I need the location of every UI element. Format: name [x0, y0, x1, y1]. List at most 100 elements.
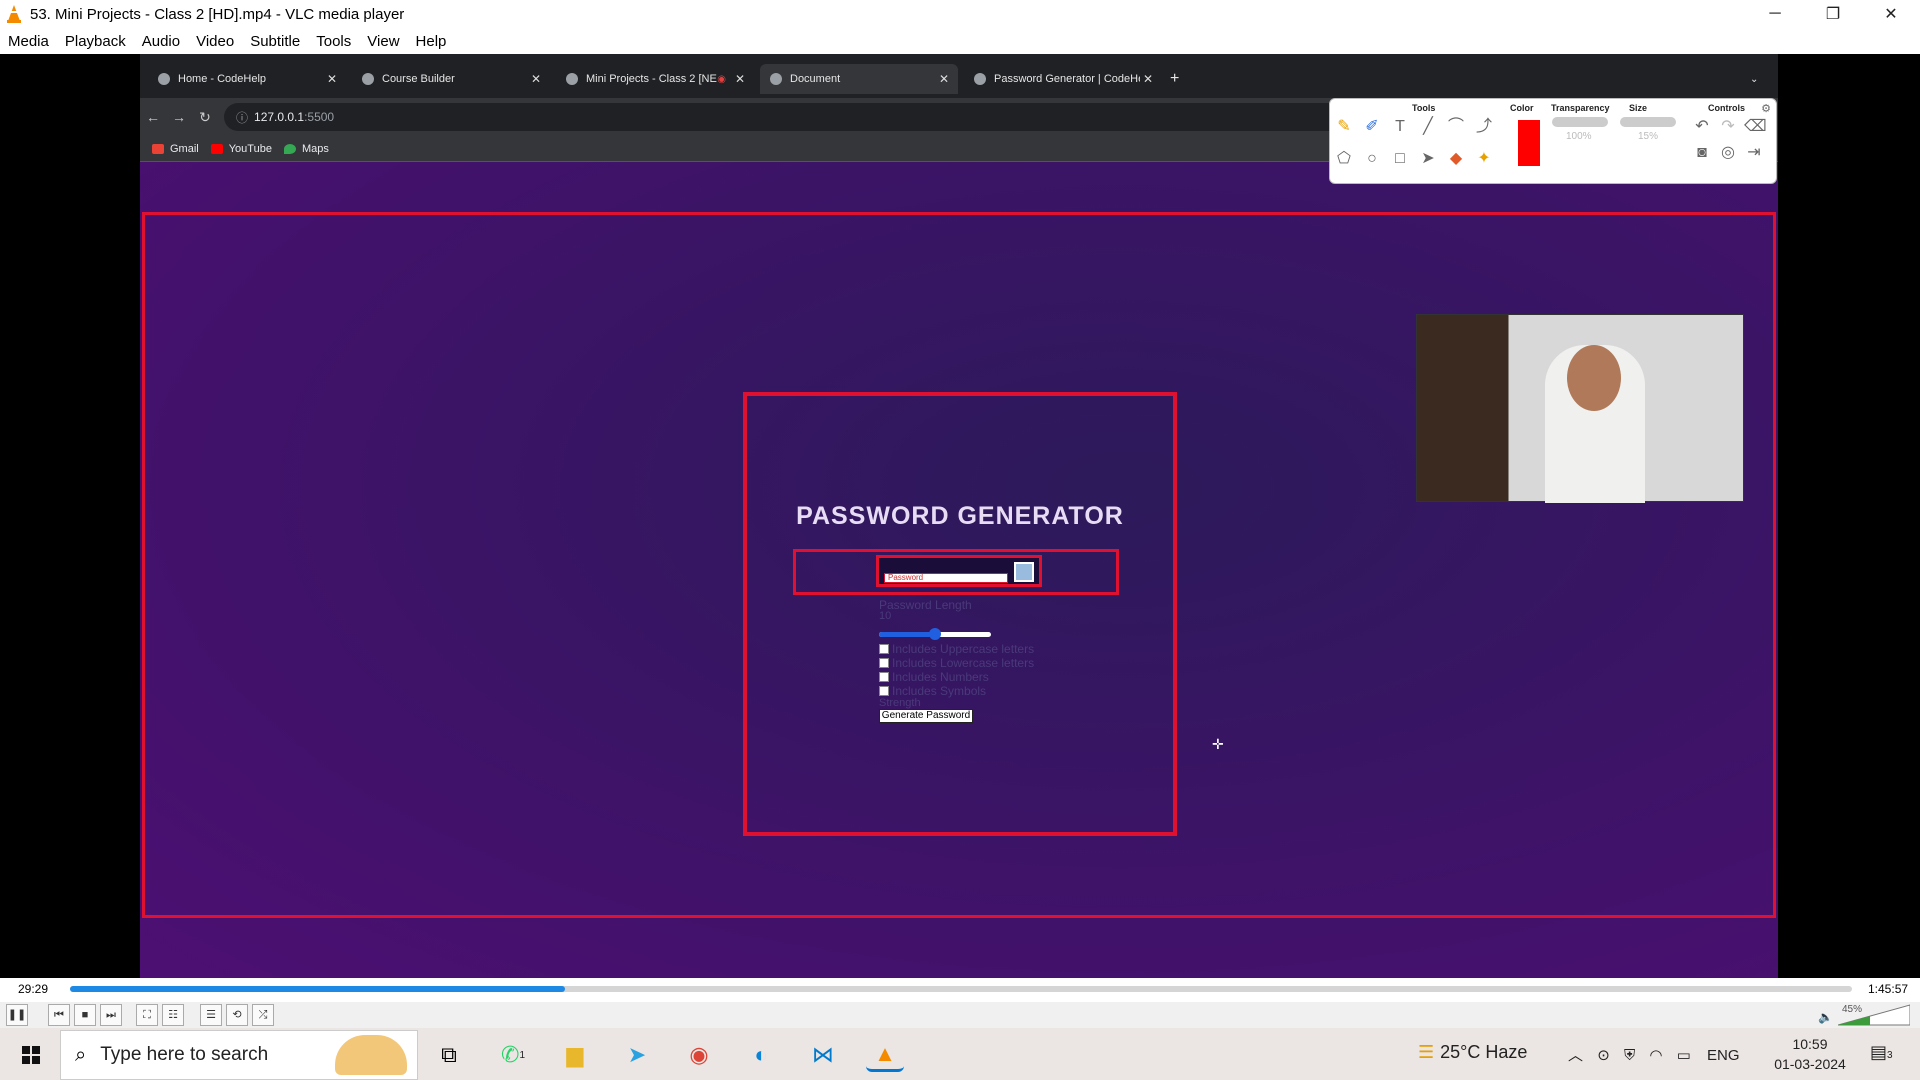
circle-tool-icon[interactable]: ○: [1362, 149, 1382, 169]
show-hidden-icon[interactable]: ︿: [1568, 1047, 1583, 1064]
weather-widget[interactable]: ☰ 25°C Haze: [1418, 1042, 1527, 1063]
tab-close-icon[interactable]: ✕: [528, 72, 544, 86]
copy-button[interactable]: [1014, 562, 1034, 582]
windows-start-icon[interactable]: [14, 1040, 48, 1070]
speaker-icon[interactable]: 🔈: [1818, 1010, 1833, 1024]
browser-tab-password-generator[interactable]: Password Generator | CodeHel ✕: [964, 64, 1162, 94]
length-slider-handle[interactable]: [929, 628, 941, 640]
wifi-icon[interactable]: ◠: [1649, 1047, 1662, 1064]
rectangle-tool-icon[interactable]: □: [1390, 149, 1410, 169]
clear-icon[interactable]: ⌫: [1744, 117, 1767, 137]
browser-tab-course-builder[interactable]: Course Builder ✕: [352, 64, 550, 94]
checkbox-box[interactable]: [879, 686, 889, 696]
url-port: :5500: [304, 110, 335, 124]
bookmark-youtube[interactable]: YouTube: [210, 143, 272, 155]
symbols-checkbox[interactable]: Includes Symbols: [879, 684, 986, 698]
menu-playback[interactable]: Playback: [57, 33, 134, 50]
generate-password-button[interactable]: Generate Password: [879, 709, 973, 723]
menu-media[interactable]: Media: [0, 33, 57, 50]
undo-icon[interactable]: ↶: [1692, 117, 1712, 137]
file-explorer-icon[interactable]: ▆: [556, 1038, 594, 1072]
loop-button[interactable]: ⟲: [226, 1004, 248, 1026]
new-tab-button[interactable]: +: [1170, 64, 1194, 94]
task-view-icon[interactable]: ⧉: [430, 1038, 468, 1072]
color-swatch[interactable]: [1518, 120, 1540, 166]
battery-icon[interactable]: ▭: [1677, 1047, 1691, 1064]
telegram-icon[interactable]: ➤: [618, 1038, 656, 1072]
menu-view[interactable]: View: [359, 33, 407, 50]
network-drive-icon[interactable]: ⊙: [1597, 1047, 1610, 1064]
window-title: 53. Mini Projects - Class 2 [HD].mp4 - V…: [30, 5, 405, 23]
shuffle-button[interactable]: ⤮: [252, 1004, 274, 1026]
chrome-icon[interactable]: ◉: [680, 1038, 718, 1072]
tab-close-icon[interactable]: ✕: [936, 72, 952, 86]
pencil-icon[interactable]: ✎: [1334, 117, 1354, 137]
password-input[interactable]: Password: [884, 573, 1008, 583]
eraser-icon[interactable]: ◆: [1446, 149, 1466, 169]
transparency-group-label: Transparency: [1551, 103, 1610, 113]
text-tool-icon[interactable]: T: [1390, 117, 1410, 137]
menu-audio[interactable]: Audio: [134, 33, 188, 50]
back-icon[interactable]: ←: [140, 109, 166, 125]
uppercase-checkbox[interactable]: Includes Uppercase letters: [879, 642, 1034, 656]
previous-button[interactable]: ⏮: [48, 1004, 70, 1026]
language-indicator[interactable]: ENG: [1707, 1047, 1740, 1064]
settings-gear-icon[interactable]: ⚙: [1756, 99, 1776, 119]
checkbox-box[interactable]: [879, 644, 889, 654]
transparency-slider[interactable]: [1552, 117, 1608, 127]
hide-icon[interactable]: ◎: [1718, 143, 1738, 163]
vlc-title-bar: 53. Mini Projects - Class 2 [HD].mp4 - V…: [0, 0, 1920, 28]
exit-icon[interactable]: ⇥: [1744, 143, 1764, 163]
polygon-tool-icon[interactable]: ⬠: [1334, 149, 1354, 169]
lowercase-checkbox[interactable]: Includes Lowercase letters: [879, 656, 1034, 670]
menu-tools[interactable]: Tools: [308, 33, 359, 50]
next-button[interactable]: ⏭: [100, 1004, 122, 1026]
screenshot-icon[interactable]: ◙: [1692, 143, 1712, 163]
notification-center-icon[interactable]: ▤3: [1870, 1042, 1893, 1063]
line-tool-icon[interactable]: ╱: [1418, 117, 1438, 137]
numbers-checkbox[interactable]: Includes Numbers: [879, 670, 989, 684]
vscode-icon[interactable]: ⋈: [804, 1038, 842, 1072]
crosshair-cursor-icon: ✛: [1212, 736, 1224, 752]
minimize-button[interactable]: ─: [1746, 0, 1804, 28]
menu-subtitle[interactable]: Subtitle: [242, 33, 308, 50]
arrow-line-icon[interactable]: ⤴: [1474, 117, 1494, 137]
redo-icon[interactable]: ↷: [1718, 117, 1738, 137]
size-slider[interactable]: [1620, 117, 1676, 127]
tab-close-icon[interactable]: ✕: [324, 72, 340, 86]
browser-tab-document[interactable]: Document ✕: [760, 64, 958, 94]
edge-icon[interactable]: ◐: [742, 1038, 780, 1072]
tab-close-icon[interactable]: ✕: [1140, 72, 1156, 86]
tab-search-icon[interactable]: ⌄: [1750, 64, 1770, 94]
vlc-taskbar-icon[interactable]: ▲: [866, 1038, 904, 1072]
highlighter-icon[interactable]: ✦: [1474, 149, 1494, 169]
bookmark-gmail[interactable]: Gmail: [152, 143, 199, 155]
browser-tab-home[interactable]: Home - CodeHelp ✕: [148, 64, 346, 94]
curve-tool-icon[interactable]: ⌒: [1446, 117, 1466, 137]
menu-video[interactable]: Video: [188, 33, 242, 50]
tab-close-icon[interactable]: ✕: [732, 72, 748, 86]
close-button[interactable]: ✕: [1862, 0, 1920, 28]
checkbox-box[interactable]: [879, 658, 889, 668]
taskbar-search[interactable]: ⌕ Type here to search: [60, 1030, 418, 1080]
menu-help[interactable]: Help: [408, 33, 455, 50]
playlist-button[interactable]: ☰: [200, 1004, 222, 1026]
extended-settings-button[interactable]: ☷: [162, 1004, 184, 1026]
restore-button[interactable]: ❐: [1804, 0, 1862, 28]
checkbox-box[interactable]: [879, 672, 889, 682]
pointer-icon[interactable]: ➤: [1418, 149, 1438, 169]
marker-icon[interactable]: ✐: [1362, 117, 1382, 137]
defender-icon[interactable]: ⛨: [1624, 1047, 1635, 1064]
bookmark-maps[interactable]: Maps: [283, 143, 329, 155]
fullscreen-button[interactable]: ⛶: [136, 1004, 158, 1026]
reload-icon[interactable]: ↻: [192, 109, 218, 126]
size-group-label: Size: [1629, 103, 1648, 113]
clock[interactable]: 10:59 01-03-2024: [1768, 1034, 1852, 1074]
length-value: 10: [879, 610, 892, 622]
whatsapp-icon[interactable]: ✆ 1: [494, 1038, 532, 1072]
stop-button[interactable]: ■: [74, 1004, 96, 1026]
transparency-value: 100%: [1566, 131, 1592, 142]
forward-icon[interactable]: →: [166, 109, 192, 125]
browser-tab-mini-projects[interactable]: Mini Projects - Class 2 [NE ◉ ✕: [556, 64, 754, 94]
pause-button[interactable]: ❚❚: [6, 1004, 28, 1026]
